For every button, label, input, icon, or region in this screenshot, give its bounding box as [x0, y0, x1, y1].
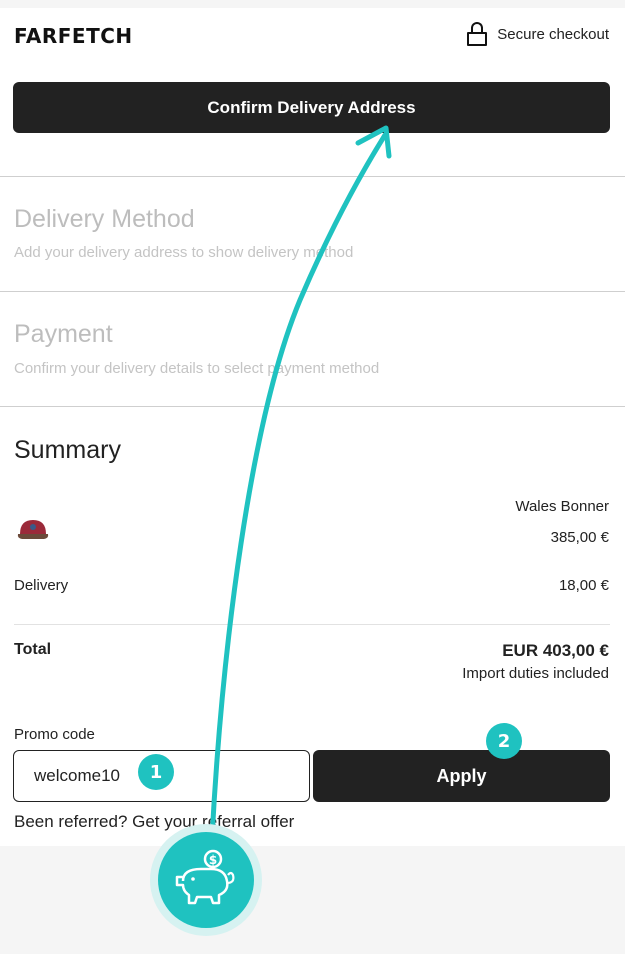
secure-checkout-label: Secure checkout: [497, 25, 609, 43]
piggy-bank-badge: $: [150, 824, 262, 936]
summary-title: Summary: [14, 436, 121, 464]
checkout-page: FARFETCH Secure checkout Confirm Deliver…: [0, 8, 625, 846]
referral-link[interactable]: Been referred? Get your referral offer: [14, 812, 294, 832]
divider: [14, 624, 610, 625]
item-brand: Wales Bonner: [515, 498, 609, 515]
delivery-method-title: Delivery Method: [14, 205, 195, 233]
svg-text:$: $: [209, 853, 217, 867]
secure-checkout: Secure checkout: [467, 22, 609, 46]
divider: [0, 291, 625, 292]
farfetch-logo[interactable]: FARFETCH: [14, 24, 133, 48]
total-value: EUR 403,00 €: [502, 641, 609, 660]
lock-icon: [467, 22, 488, 46]
item-price: 385,00 €: [550, 529, 609, 546]
total-label: Total: [14, 641, 52, 658]
delivery-method-subtitle: Add your delivery address to show delive…: [14, 244, 354, 261]
payment-subtitle: Confirm your delivery details to select …: [14, 360, 380, 377]
payment-title: Payment: [14, 320, 113, 348]
confirm-delivery-address-button[interactable]: Confirm Delivery Address: [13, 82, 610, 133]
apply-button[interactable]: Apply: [313, 750, 610, 802]
promo-code-label: Promo code: [14, 726, 95, 743]
piggy-bank-icon: $: [175, 849, 235, 905]
duties-note: Import duties included: [462, 665, 609, 682]
step-1-badge: 1: [138, 754, 174, 790]
delivery-label: Delivery: [14, 577, 69, 594]
delivery-value: 18,00 €: [558, 577, 609, 594]
divider: [0, 406, 625, 407]
step-2-badge: 2: [486, 723, 522, 759]
cap-product-image[interactable]: [16, 516, 50, 544]
divider: [0, 176, 625, 177]
